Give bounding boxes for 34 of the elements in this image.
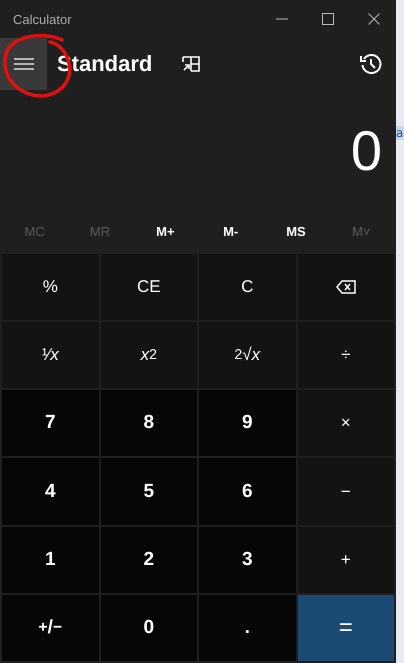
menu-button[interactable] <box>0 38 47 90</box>
digit-key[interactable]: 4 <box>2 458 98 525</box>
operator-key[interactable]: % <box>2 254 98 320</box>
background-text: a <box>396 126 404 140</box>
digit-key[interactable]: 3 <box>199 526 296 593</box>
operator-key[interactable]: + <box>298 526 394 593</box>
operator-key[interactable]: ¹⁄x <box>2 322 98 388</box>
operator-key[interactable]: ÷ <box>298 322 394 388</box>
digit-key[interactable]: 8 <box>100 390 197 456</box>
digit-key[interactable]: 5 <box>100 458 197 525</box>
digit-key[interactable]: 7 <box>2 390 98 456</box>
history-icon[interactable] <box>360 53 382 75</box>
digit-key[interactable]: 6 <box>199 458 296 525</box>
operator-key[interactable]: − <box>298 458 394 525</box>
close-icon[interactable] <box>368 13 380 25</box>
digit-key[interactable]: . <box>199 594 296 661</box>
operator-key[interactable]: × <box>298 390 394 456</box>
operator-key[interactable]: CE <box>100 254 197 320</box>
maximize-icon[interactable] <box>322 13 334 25</box>
equals-key[interactable]: = <box>298 594 394 661</box>
menu-icon <box>14 58 34 70</box>
minimize-icon[interactable] <box>276 18 288 20</box>
window-title: Calculator <box>13 12 72 26</box>
digit-key[interactable]: 2 <box>100 526 197 593</box>
operator-key[interactable]: C <box>199 254 296 320</box>
backspace-icon <box>336 280 356 294</box>
digit-key[interactable]: 9 <box>199 390 296 456</box>
memory-button[interactable]: M- <box>198 222 264 240</box>
display-value: 0 <box>350 118 382 182</box>
digit-key[interactable]: 1 <box>2 526 98 593</box>
memory-button[interactable]: MS <box>263 222 329 240</box>
keep-on-top-icon[interactable] <box>182 56 200 72</box>
digit-key[interactable]: 0 <box>100 594 197 661</box>
memory-button[interactable]: M+ <box>132 222 198 240</box>
